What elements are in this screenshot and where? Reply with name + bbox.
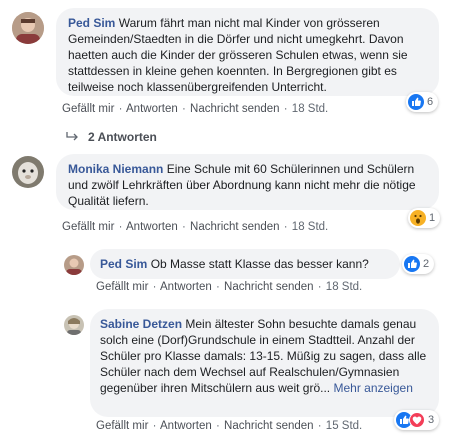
comment-bubble: Ped Sim Warum fährt man nicht mal Kinder… — [56, 8, 439, 96]
comment-bubble: Monika Niemann Eine Schule mit 60 Schüle… — [56, 154, 439, 210]
avatar[interactable] — [12, 12, 44, 44]
love-icon — [409, 412, 425, 428]
like-link[interactable]: Gefällt mir — [96, 281, 148, 293]
profile-photo-icon — [64, 255, 84, 275]
timestamp[interactable]: 15 Std. — [326, 420, 362, 432]
reaction-summary[interactable]: 3 — [394, 410, 440, 430]
reply-actions: Gefällt mir · Antworten · Nachricht send… — [96, 420, 363, 432]
reply-link[interactable]: Antworten — [126, 103, 178, 115]
profile-photo-icon — [64, 315, 84, 335]
reply-author[interactable]: Sabine Detzen — [100, 317, 182, 331]
comment-actions: Gefällt mir · Antworten · Nachricht send… — [62, 221, 329, 233]
like-icon — [404, 256, 420, 272]
like-link[interactable]: Gefällt mir — [62, 103, 114, 115]
reaction-summary[interactable]: 6 — [406, 92, 439, 112]
send-message-link[interactable]: Nachricht senden — [224, 420, 314, 432]
timestamp[interactable]: 18 Std. — [326, 281, 362, 293]
timestamp[interactable]: 18 Std. — [292, 103, 328, 115]
profile-photo-icon — [12, 156, 44, 188]
avatar[interactable] — [64, 315, 84, 335]
reaction-summary[interactable]: 1 — [408, 208, 441, 228]
like-icon — [408, 94, 424, 110]
reaction-count: 2 — [423, 258, 430, 270]
profile-photo-icon — [12, 12, 44, 44]
reaction-count: 3 — [428, 414, 435, 426]
show-more-link[interactable]: Mehr anzeigen — [333, 381, 412, 395]
reply-actions: Gefällt mir · Antworten · Nachricht send… — [96, 281, 363, 293]
reply-bubble: Sabine Detzen Mein ältester Sohn besucht… — [90, 309, 439, 417]
comment-actions: Gefällt mir · Antworten · Nachricht send… — [62, 103, 329, 115]
reply-link[interactable]: Antworten — [160, 281, 212, 293]
like-link[interactable]: Gefällt mir — [62, 221, 114, 233]
send-message-link[interactable]: Nachricht senden — [190, 221, 280, 233]
reply-arrow-icon — [66, 132, 78, 141]
reaction-count: 6 — [427, 96, 434, 108]
reply-author[interactable]: Ped Sim — [100, 257, 147, 271]
reply-link[interactable]: Antworten — [160, 420, 212, 432]
reaction-summary[interactable]: 2 — [402, 254, 435, 274]
reply-text: Ob Masse statt Klasse das besser kann? — [150, 257, 369, 271]
view-replies-button[interactable]: 2 Antworten — [66, 130, 157, 144]
timestamp[interactable]: 18 Std. — [292, 221, 328, 233]
send-message-link[interactable]: Nachricht senden — [224, 281, 314, 293]
like-link[interactable]: Gefällt mir — [96, 420, 148, 432]
comment-text: Warum fährt man nicht mal Kinder von grö… — [68, 16, 408, 94]
reply-link[interactable]: Antworten — [126, 221, 178, 233]
replies-count-label: 2 Antworten — [88, 130, 157, 144]
reply-bubble: Ped Sim Ob Masse statt Klasse das besser… — [90, 249, 400, 279]
avatar[interactable] — [12, 156, 44, 188]
comment-author[interactable]: Ped Sim — [68, 16, 115, 30]
wow-icon — [410, 210, 426, 226]
comment-author[interactable]: Monika Niemann — [68, 162, 163, 176]
send-message-link[interactable]: Nachricht senden — [190, 103, 280, 115]
reaction-count: 1 — [429, 212, 436, 224]
avatar[interactable] — [64, 255, 84, 275]
